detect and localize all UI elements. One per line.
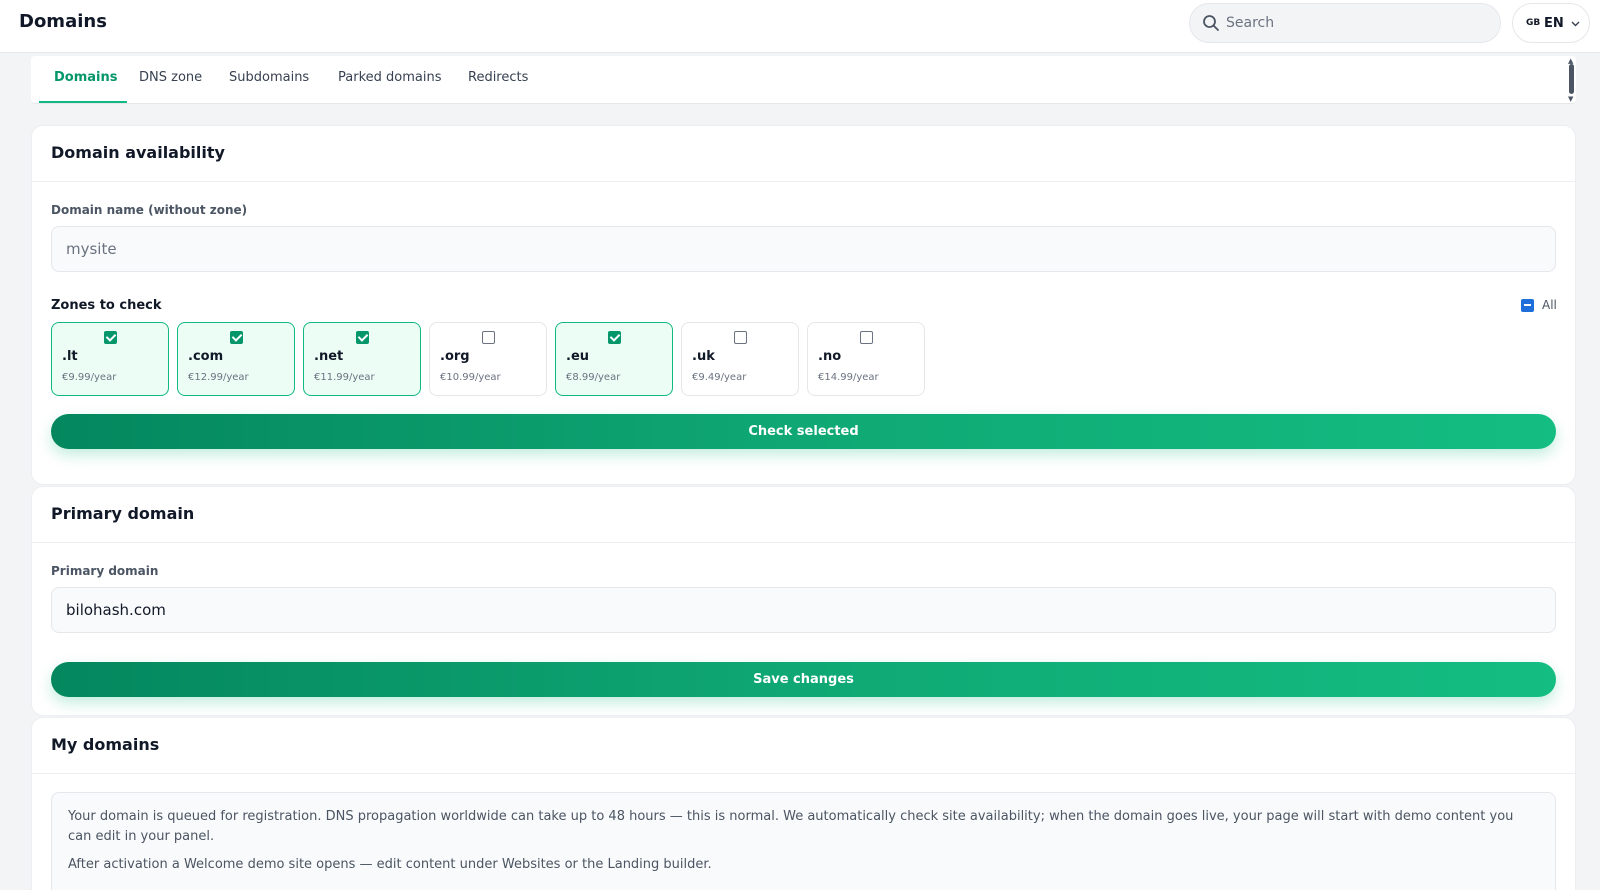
- zone-name: .lt: [62, 349, 78, 364]
- zone-name: .org: [440, 349, 470, 364]
- registration-notice: Your domain is queued for registration. …: [51, 792, 1556, 890]
- divider: [32, 542, 1575, 543]
- zone-name: .net: [314, 349, 344, 364]
- tab-redirects[interactable]: Redirects: [468, 70, 528, 85]
- flag-icon: GB: [1526, 18, 1541, 28]
- notice-text: After activation a Welcome demo site ope…: [68, 857, 712, 872]
- zone-price: €9.99/year: [62, 372, 117, 383]
- language-code: EN: [1544, 16, 1564, 31]
- zone-checkbox[interactable]: [230, 331, 243, 344]
- card-title: Primary domain: [51, 504, 195, 523]
- zone-option-org[interactable]: .org €10.99/year: [429, 322, 547, 396]
- zone-option-com[interactable]: .com €12.99/year: [177, 322, 295, 396]
- primary-domain-card: Primary domain Primary domain bilohash.c…: [31, 486, 1576, 716]
- zone-price: €10.99/year: [440, 372, 501, 383]
- zone-price: €14.99/year: [818, 372, 879, 383]
- card-title: Domain availability: [51, 143, 225, 162]
- top-header: Domains Search GB EN: [0, 0, 1600, 53]
- zone-checkbox[interactable]: [860, 331, 873, 344]
- zone-price: €11.99/year: [314, 372, 375, 383]
- scroll-down-icon[interactable]: ▼: [1568, 95, 1573, 103]
- zone-option-net[interactable]: .net €11.99/year: [303, 322, 421, 396]
- card-title: My domains: [51, 735, 160, 754]
- zone-name: .eu: [566, 349, 590, 364]
- all-label: All: [1542, 298, 1557, 312]
- domain-availability-card: Domain availability Domain name (without…: [31, 125, 1576, 485]
- domain-name-input[interactable]: mysite: [51, 226, 1556, 272]
- check-selected-button[interactable]: Check selected: [51, 414, 1556, 449]
- my-domains-card: My domains Your domain is queued for reg…: [31, 717, 1576, 890]
- zone-option-lt[interactable]: .lt €9.99/year: [51, 322, 169, 396]
- zone-price: €9.49/year: [692, 372, 747, 383]
- tab-subdomains[interactable]: Subdomains: [229, 70, 309, 85]
- zone-checkbox[interactable]: [482, 331, 495, 344]
- indeterminate-checkbox-icon[interactable]: [1521, 299, 1534, 312]
- scrollbar-thumb[interactable]: [1569, 64, 1574, 94]
- notice-text: Your domain is queued for registration. …: [68, 809, 1514, 844]
- tab-bar: Domains DNS zone Subdomains Parked domai…: [31, 56, 1576, 104]
- zone-checkbox[interactable]: [356, 331, 369, 344]
- zone-checkbox[interactable]: [734, 331, 747, 344]
- zone-option-no[interactable]: .no €14.99/year: [807, 322, 925, 396]
- zone-name: .uk: [692, 349, 715, 364]
- zone-name: .com: [188, 349, 224, 364]
- page-title: Domains: [19, 11, 107, 32]
- tab-dns-zone[interactable]: DNS zone: [139, 70, 202, 85]
- zones-label: Zones to check: [51, 298, 162, 313]
- save-changes-button[interactable]: Save changes: [51, 662, 1556, 697]
- zone-checkbox[interactable]: [104, 331, 117, 344]
- zone-option-eu[interactable]: .eu €8.99/year: [555, 322, 673, 396]
- divider: [32, 181, 1575, 182]
- primary-domain-input[interactable]: bilohash.com: [51, 587, 1556, 633]
- language-selector[interactable]: GB EN: [1512, 3, 1590, 43]
- active-tab-indicator: [39, 101, 127, 103]
- zone-checkbox[interactable]: [608, 331, 621, 344]
- divider: [32, 773, 1575, 774]
- tab-parked-domains[interactable]: Parked domains: [338, 70, 441, 85]
- tab-domains[interactable]: Domains: [54, 70, 118, 85]
- search-placeholder: Search: [1226, 15, 1275, 31]
- zone-name: .no: [818, 349, 842, 364]
- primary-domain-label: Primary domain: [51, 564, 159, 578]
- chevron-down-icon: [1571, 21, 1580, 27]
- zone-price: €8.99/year: [566, 372, 621, 383]
- zone-option-uk[interactable]: .uk €9.49/year: [681, 322, 799, 396]
- zone-price: €12.99/year: [188, 372, 249, 383]
- domain-name-label: Domain name (without zone): [51, 203, 248, 217]
- search-icon: [1203, 15, 1219, 31]
- search-input[interactable]: Search: [1189, 3, 1501, 43]
